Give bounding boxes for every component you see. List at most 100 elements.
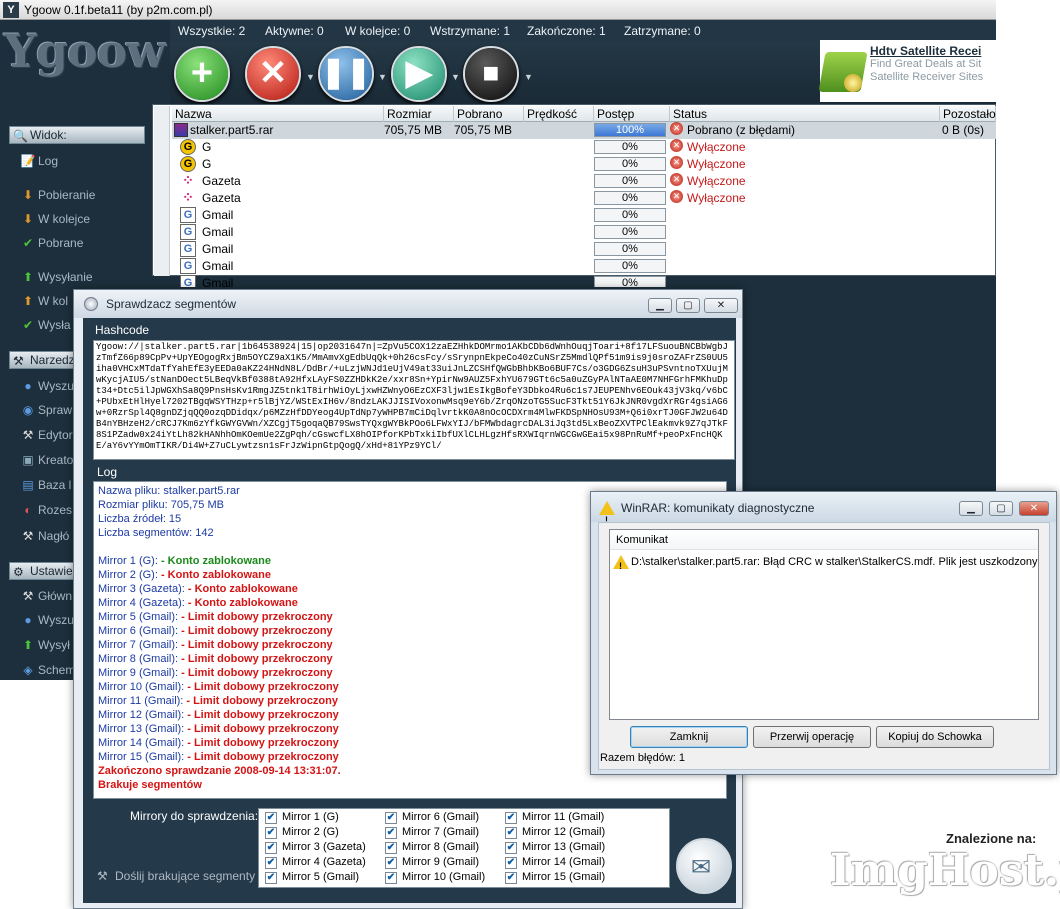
maximize-button[interactable]: ▢: [989, 501, 1013, 516]
mirror-checkbox[interactable]: ✔ Mirror 12 (Gmail): [505, 825, 605, 840]
checkbox-checked-icon[interactable]: ✔: [505, 812, 517, 824]
column-remaining[interactable]: Pozostało: [940, 106, 996, 122]
hashcode-textarea[interactable]: Ygoow://|stalker.part5.rar|1b64538924|15…: [93, 340, 735, 460]
checkbox-checked-icon[interactable]: ✔: [505, 872, 517, 884]
stat-finished[interactable]: Zakończone: 1: [527, 20, 606, 42]
pause-button[interactable]: ❚❚: [318, 46, 374, 102]
send-mail-button[interactable]: ✉: [676, 838, 732, 894]
checkbox-checked-icon[interactable]: ✔: [385, 872, 397, 884]
column-status[interactable]: Status: [670, 106, 940, 122]
mirror-checkbox[interactable]: ✔ Mirror 2 (G): [265, 825, 339, 840]
list-item[interactable]: ! D:\stalker\stalker.part5.rar: Błąd CRC…: [613, 554, 1038, 571]
ad-title[interactable]: Hdtv Satellite Recei: [870, 44, 981, 58]
sidebar-item-settings-4[interactable]: ◈ Schem: [20, 662, 75, 678]
checkbox-checked-icon[interactable]: ✔: [265, 812, 277, 824]
scrollbar[interactable]: [154, 106, 170, 276]
chevron-down-icon[interactable]: ▼: [306, 72, 315, 82]
mirror-checkbox[interactable]: ✔ Mirror 11 (Gmail): [505, 810, 604, 825]
checkbox-checked-icon[interactable]: ✔: [385, 827, 397, 839]
checkbox-checked-icon[interactable]: ✔: [265, 827, 277, 839]
mirror-checkbox[interactable]: ✔ Mirror 4 (Gazeta): [265, 855, 366, 870]
column-progress[interactable]: Postęp: [594, 106, 670, 122]
checkbox-checked-icon[interactable]: ✔: [265, 842, 277, 854]
mirror-checkbox[interactable]: ✔ Mirror 9 (Gmail): [385, 855, 479, 870]
table-row[interactable]: G Gmail 0%: [172, 224, 938, 241]
table-row[interactable]: ⁘ Gazeta 0% ✕ Wyłączone: [172, 173, 938, 190]
table-row[interactable]: stalker.part5.rar 705,75 MB 705,75 MB 10…: [172, 122, 996, 139]
sidebar-item-queue[interactable]: ⬇ W kolejce: [20, 211, 90, 227]
checkbox-checked-icon[interactable]: ✔: [385, 857, 397, 869]
sidebar-item-tool-6[interactable]: ◐ Rozes: [20, 502, 72, 518]
table-row[interactable]: G Gmail 0%: [172, 207, 938, 224]
sidebar-item-downloading[interactable]: ⬇ Pobieranie: [20, 187, 95, 203]
sidebar-item-settings-3[interactable]: ⬆ Wysył: [20, 637, 70, 653]
sidebar-item-settings-2[interactable]: ● Wyszu: [20, 612, 74, 628]
mirror-checkbox[interactable]: ✔ Mirror 8 (Gmail): [385, 840, 479, 855]
checkbox-checked-icon[interactable]: ✔: [505, 842, 517, 854]
close-button[interactable]: ✕: [704, 298, 738, 313]
sidebar-header-view[interactable]: 🔍 Widok:: [9, 126, 145, 144]
sidebar-item-uploading[interactable]: ⬆ Wysyłanie: [20, 269, 93, 285]
close-button[interactable]: ✕: [1019, 501, 1049, 516]
sidebar-item-uploaded[interactable]: ✔ Wysła: [20, 317, 71, 333]
stat-stopped[interactable]: Zatrzymane: 0: [624, 20, 701, 42]
column-name[interactable]: Nazwa: [172, 106, 384, 122]
checkbox-checked-icon[interactable]: ✔: [505, 827, 517, 839]
mirror-checkbox[interactable]: ✔ Mirror 14 (Gmail): [505, 855, 605, 870]
stat-paused[interactable]: Wstrzymane: 1: [430, 20, 510, 42]
copy-to-clipboard-button[interactable]: Kopiuj do Schowka: [876, 726, 994, 748]
checkbox-checked-icon[interactable]: ✔: [265, 857, 277, 869]
column-downloaded[interactable]: Pobrano: [454, 106, 524, 122]
table-row[interactable]: G Gmail 0%: [172, 275, 938, 287]
chevron-down-icon[interactable]: ▼: [524, 72, 533, 82]
sidebar-item-tool-7[interactable]: ⚒ Nagłó: [20, 528, 70, 544]
play-button[interactable]: ▶: [391, 46, 447, 102]
chevron-down-icon[interactable]: ▼: [451, 72, 460, 82]
segment-checker-titlebar[interactable]: Sprawdzacz segmentów ▁ ▢ ✕: [74, 290, 742, 318]
stat-active[interactable]: Aktywne: 0: [265, 20, 324, 42]
mirror-checkbox[interactable]: ✔ Mirror 10 (Gmail): [385, 870, 485, 885]
sidebar-item-log[interactable]: 📝 Log: [20, 153, 59, 169]
table-row[interactable]: G Gmail 0%: [172, 258, 938, 275]
ad-banner[interactable]: Hdtv Satellite Recei Find Great Deals at…: [818, 40, 996, 102]
sidebar-item-tool-2[interactable]: ◉ Spraw: [20, 402, 72, 418]
close-dialog-button[interactable]: Zamknij: [630, 726, 748, 748]
table-row[interactable]: G G 0% ✕ Wyłączone: [172, 156, 938, 173]
column-speed[interactable]: Prędkość: [524, 106, 594, 122]
column-message[interactable]: Komunikat: [610, 530, 1038, 550]
mirror-checkbox[interactable]: ✔ Mirror 7 (Gmail): [385, 825, 479, 840]
send-missing-segments-link[interactable]: ⚒ Doślij brakujące segmenty: [97, 869, 255, 883]
mirror-checkbox[interactable]: ✔ Mirror 3 (Gazeta): [265, 840, 366, 855]
checkbox-checked-icon[interactable]: ✔: [385, 812, 397, 824]
sidebar-item-settings-1[interactable]: ⚒ Główn: [20, 588, 72, 604]
table-row[interactable]: G G 0% ✕ Wyłączone: [172, 139, 938, 156]
checkbox-checked-icon[interactable]: ✔: [265, 872, 277, 884]
mirror-checkbox[interactable]: ✔ Mirror 15 (Gmail): [505, 870, 605, 885]
minimize-button[interactable]: ▁: [648, 298, 672, 313]
table-row[interactable]: ⁘ Gazeta 0% ✕ Wyłączone: [172, 190, 938, 207]
stop-button[interactable]: ■: [463, 46, 519, 102]
minimize-button[interactable]: ▁: [959, 501, 983, 516]
sidebar-item-tool-5[interactable]: ▤ Baza l: [20, 477, 71, 493]
column-size[interactable]: Rozmiar: [384, 106, 454, 122]
add-button[interactable]: +: [174, 46, 230, 102]
mirror-checkbox[interactable]: ✔ Mirror 1 (G): [265, 810, 339, 825]
sidebar-item-tool-4[interactable]: ▣ Kreato: [20, 452, 73, 468]
table-row[interactable]: G Gmail 0%: [172, 241, 938, 258]
maximize-button[interactable]: ▢: [676, 298, 700, 313]
sidebar-item-upload-queue[interactable]: ⬆ W kol: [20, 293, 68, 309]
stat-queued[interactable]: W kolejce: 0: [345, 20, 410, 42]
stat-all[interactable]: Wszystkie: 2: [178, 20, 245, 42]
chevron-down-icon[interactable]: ▼: [378, 72, 387, 82]
abort-button[interactable]: Przerwij operację: [753, 726, 871, 748]
sidebar-item-downloaded[interactable]: ✔ Pobrane: [20, 235, 83, 251]
remove-button[interactable]: ✕: [245, 46, 301, 102]
mirror-checkbox[interactable]: ✔ Mirror 5 (Gmail): [265, 870, 359, 885]
winrar-titlebar[interactable]: ! WinRAR: komunikaty diagnostyczne ▁ ▢ ✕: [591, 492, 1056, 525]
sidebar-item-tool-3[interactable]: ⚒ Edytor: [20, 427, 73, 443]
checkbox-checked-icon[interactable]: ✔: [505, 857, 517, 869]
mirror-checkbox[interactable]: ✔ Mirror 6 (Gmail): [385, 810, 479, 825]
checkbox-checked-icon[interactable]: ✔: [385, 842, 397, 854]
sidebar-item-tool-1[interactable]: ● Wyszu: [20, 378, 74, 394]
mirror-checkbox[interactable]: ✔ Mirror 13 (Gmail): [505, 840, 605, 855]
